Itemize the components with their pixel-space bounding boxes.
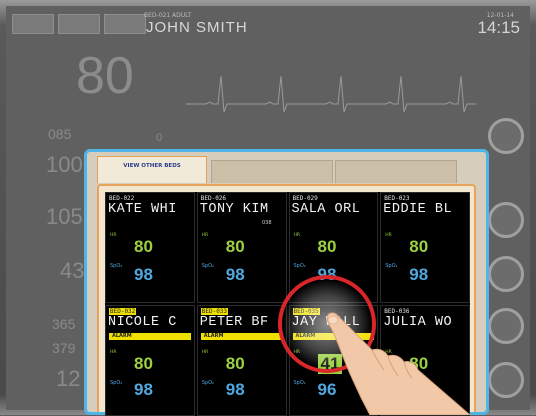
ecg-waveform <box>186 75 476 113</box>
top-tab-2[interactable] <box>58 14 100 34</box>
alarm-bar: ALARM <box>200 333 283 340</box>
bed-tile[interactable]: BED-026 TONY KIM 038 HR 80 SpO₂ 98 <box>196 192 287 303</box>
spo2-label: SpO₂ <box>110 263 123 269</box>
spo2-label: SpO₂ <box>293 263 306 269</box>
spo2-value: 98 <box>409 265 429 284</box>
spo2-label: SpO₂ <box>110 380 123 386</box>
bg-value-6: 365 <box>52 316 76 332</box>
spo2-label: SpO₂ <box>385 263 398 269</box>
top-tab-3[interactable] <box>104 14 146 34</box>
hr-value: 80 <box>134 354 153 373</box>
hr-label: HR <box>385 233 392 238</box>
bg-value-1: 085 <box>48 126 72 142</box>
bg-value-3: 100 <box>46 152 83 177</box>
bg-value-8: 12 <box>56 366 81 391</box>
bed-number: BED-023 <box>384 195 410 202</box>
bed-number: BED-026 <box>200 195 227 202</box>
bg-value-7: 379 <box>52 340 76 356</box>
top-tabs <box>12 14 146 34</box>
bg-value-2: 0 <box>156 132 163 144</box>
bed-tile[interactable]: BED-023 EDDIE BL HR 80 SpO₂ 98 <box>380 192 470 303</box>
side-control-1[interactable] <box>488 118 524 154</box>
spo2-label: SpO₂ <box>201 263 215 269</box>
patient-name: KATE WHI <box>108 202 177 217</box>
spo2-value: 98 <box>225 265 245 284</box>
bed-tile[interactable]: BED-022 KATE WHI HR 80 SpO₂ 98 <box>105 192 195 303</box>
hr-label: HR <box>201 233 209 238</box>
bed-number: BED-022 <box>109 195 135 202</box>
spo2-label: SpO₂ <box>293 380 306 386</box>
bed-number: BED-029 <box>292 195 318 202</box>
sub-value: 038 <box>261 220 272 226</box>
pointing-hand-icon <box>326 312 471 415</box>
patient-name: EDDIE BL <box>383 202 453 217</box>
dialog-tabs: VIEW OTHER BEDS <box>97 156 476 184</box>
hr-value: 80 <box>317 237 337 256</box>
tab-2[interactable] <box>211 160 333 183</box>
hr-label: HR <box>110 233 117 238</box>
bg-value-5: 43 <box>60 258 85 283</box>
hr-value: 80 <box>225 354 245 373</box>
bed-number: BED-032 <box>109 308 137 315</box>
hr-value: 80 <box>409 237 429 256</box>
spo2-value: 98 <box>134 265 153 284</box>
side-control-3[interactable] <box>488 256 524 292</box>
tab-3[interactable] <box>335 160 457 183</box>
patient-meta: BED-021 ADULT <box>144 12 192 19</box>
side-control-2[interactable] <box>488 202 524 238</box>
hr-value: 80 <box>134 237 153 256</box>
bed-tile[interactable]: BED-032 NICOLE C ALARM HR 80 SpO₂ 98 <box>105 305 195 416</box>
patient-name: TONY KIM <box>199 202 269 217</box>
hr-value: 80 <box>225 237 245 256</box>
patient-name: PETER BF <box>199 315 269 330</box>
bed-number: BED-033 <box>200 308 229 315</box>
tab-view-other-beds[interactable]: VIEW OTHER BEDS <box>97 156 207 183</box>
clock-time: 14:15 <box>477 18 520 37</box>
hr-label: HR <box>201 350 209 355</box>
spo2-value: 98 <box>225 380 245 399</box>
top-tab-1[interactable] <box>12 14 54 34</box>
hr-label: HR <box>293 233 301 238</box>
patient-name: NICOLE C <box>108 315 177 330</box>
spo2-value: 98 <box>134 380 153 399</box>
bed-tile[interactable]: BED-033 PETER BF ALARM HR 80 SpO₂ 98 <box>196 305 287 416</box>
alarm-bar: ALARM <box>109 333 191 340</box>
bg-value-4: 105 <box>46 204 83 229</box>
patient-name: JOHN SMITH <box>146 19 248 36</box>
hr-label: HR <box>110 350 117 355</box>
patient-name: SALA ORL <box>291 202 361 217</box>
spo2-label: SpO₂ <box>201 380 215 386</box>
heart-rate-value: 80 <box>76 47 134 105</box>
